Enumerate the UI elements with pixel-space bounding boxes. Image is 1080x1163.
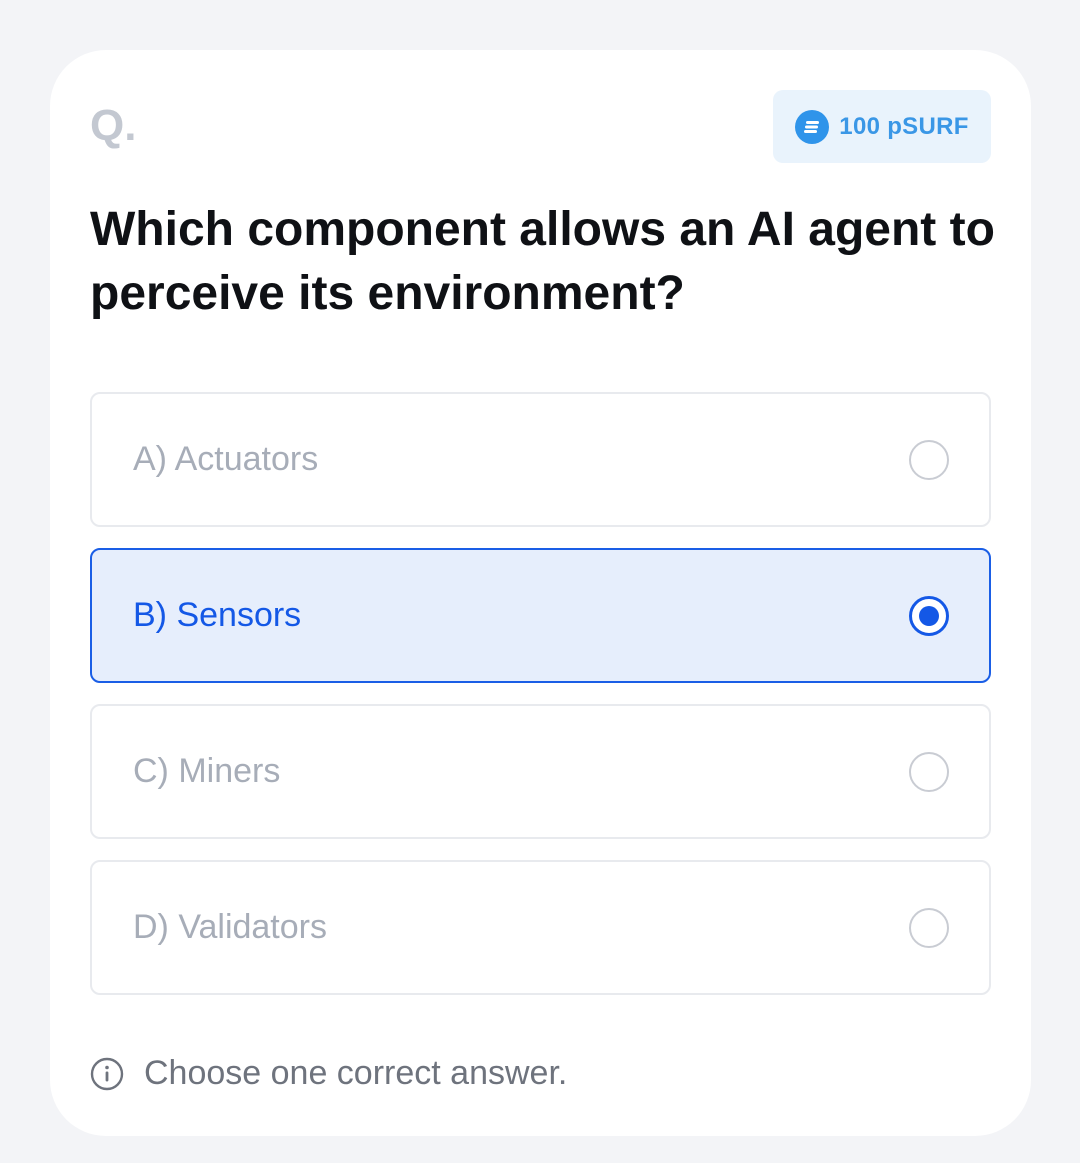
option-label: D) Validators [133, 908, 327, 946]
radio-button[interactable] [909, 751, 949, 792]
quiz-card: Q. 100 pSURF Which component allows an A… [50, 50, 1031, 1136]
option-a[interactable]: A) Actuators [90, 392, 991, 527]
option-label: B) Sensors [133, 596, 302, 634]
radio-dot [919, 605, 939, 626]
option-d[interactable]: D) Validators [90, 860, 991, 995]
option-b[interactable]: B) Sensors [90, 548, 991, 683]
question-text: Which component allows an AI agent to pe… [90, 203, 995, 320]
coin-icon [795, 109, 830, 144]
hint: Choose one correct answer. [90, 1054, 567, 1093]
hint-text: Choose one correct answer. [144, 1054, 568, 1092]
answer-options: A) Actuators B) Sensors C) Miners D) Val… [90, 392, 991, 1016]
reward-badge: 100 pSURF [773, 90, 991, 163]
radio-button[interactable] [909, 439, 949, 480]
option-label: A) Actuators [133, 440, 319, 478]
option-label: C) Miners [133, 752, 281, 790]
radio-button[interactable] [909, 907, 949, 948]
question-marker: Q. [90, 101, 137, 150]
reward-amount: 100 pSURF [839, 112, 969, 140]
info-icon [90, 1057, 124, 1090]
option-c[interactable]: C) Miners [90, 704, 991, 839]
radio-button-selected[interactable] [909, 595, 949, 636]
